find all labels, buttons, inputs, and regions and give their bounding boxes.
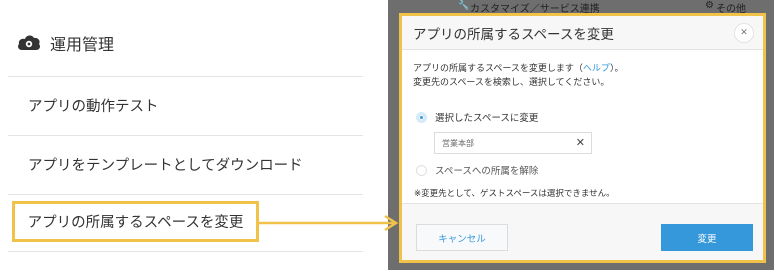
clear-icon[interactable]: ✕ (576, 136, 585, 149)
gear-icon: ⚙ (705, 0, 714, 11)
submit-change-button[interactable]: 変更 (661, 224, 753, 251)
option-label: 選択したスペースに変更 (435, 113, 539, 124)
section-title: 運用管理 (50, 35, 115, 54)
menu-item-download-template[interactable]: アプリをテンプレートとしてダウンロード (8, 135, 363, 193)
dialog-footer: キャンセル 変更 (402, 203, 763, 260)
menu-item-label: アプリの動作テスト (28, 99, 159, 115)
cancel-button[interactable]: キャンセル (416, 224, 508, 251)
section-header: 運用管理 (16, 28, 114, 58)
description-text-pre: アプリの所属するスペースを変更します（ (413, 64, 583, 74)
dialog-title: アプリの所属するスペースを変更 (413, 26, 614, 43)
description-line2: 変更先のスペースを検索し、選択してください。 (413, 78, 610, 88)
backdrop-edge (766, 0, 774, 270)
wrench-icon: 🔧 (458, 1, 470, 11)
dialog-body: アプリの所属するスペースを変更します（ヘルプ）。 変更先のスペースを検索し、選択… (402, 50, 763, 226)
option-remove-space[interactable]: スペースへの所属を解除 (416, 163, 538, 177)
guest-space-note: ※変更先として、ゲストスペースは選択できません。 (414, 189, 615, 199)
radio-unselected[interactable] (416, 164, 427, 176)
menu-item-label: アプリをテンプレートとしてダウンロード (28, 158, 303, 174)
pointer-arrow (259, 214, 399, 232)
screenshot-root: 運用管理 アプリの動作テスト アプリをテンプレートとしてダウンロード アプリの所… (0, 0, 774, 270)
radio-selected[interactable] (416, 111, 427, 123)
description-text-post: ）。 (609, 64, 624, 74)
cloud-gear-icon (18, 35, 40, 50)
space-input-value: 営業本部 (442, 138, 474, 148)
option-change-space[interactable]: 選択したスペースに変更 (416, 110, 538, 124)
close-icon: ✕ (740, 28, 748, 38)
close-button[interactable]: ✕ (734, 23, 754, 43)
space-search-input[interactable]: 営業本部 ✕ (434, 132, 592, 154)
dialog-header: アプリの所属するスペースを変更 ✕ (402, 16, 763, 50)
menu-item-change-space[interactable]: アプリの所属するスペースを変更 (12, 201, 259, 242)
change-space-dialog: アプリの所属するスペースを変更 ✕ アプリの所属するスペースを変更します（ヘルプ… (399, 13, 766, 263)
dialog-description: アプリの所属するスペースを変更します（ヘルプ）。 変更先のスペースを検索し、選択… (413, 62, 752, 90)
option-label: スペースへの所属を解除 (435, 166, 539, 177)
menu-item-app-test[interactable]: アプリの動作テスト (8, 76, 363, 134)
menu-item-label: アプリの所属するスペースを変更 (27, 215, 244, 231)
help-link[interactable]: ヘルプ (583, 64, 610, 74)
